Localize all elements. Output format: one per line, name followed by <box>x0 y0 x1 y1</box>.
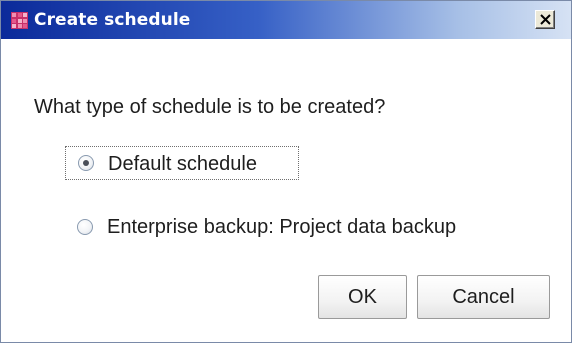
radio-enterprise-backup[interactable] <box>77 219 93 235</box>
create-schedule-dialog: Create schedule What type of schedule is… <box>0 0 572 343</box>
radio-default-schedule[interactable] <box>78 155 94 171</box>
cancel-button[interactable]: Cancel <box>417 275 550 319</box>
close-button[interactable] <box>535 10 555 29</box>
dialog-title: Create schedule <box>34 10 191 30</box>
close-icon <box>540 14 551 25</box>
title-bar[interactable]: Create schedule <box>1 1 571 39</box>
ok-button[interactable]: OK <box>318 275 407 319</box>
option-label: Default schedule <box>108 153 257 175</box>
schedule-type-question: What type of schedule is to be created? <box>34 96 386 118</box>
option-enterprise-backup[interactable]: Enterprise backup: Project data backup <box>65 210 545 244</box>
radio-selected-dot <box>83 160 89 166</box>
option-default-schedule[interactable]: Default schedule <box>65 146 299 180</box>
option-label: Enterprise backup: Project data backup <box>107 216 457 238</box>
app-grid-icon <box>11 12 28 29</box>
